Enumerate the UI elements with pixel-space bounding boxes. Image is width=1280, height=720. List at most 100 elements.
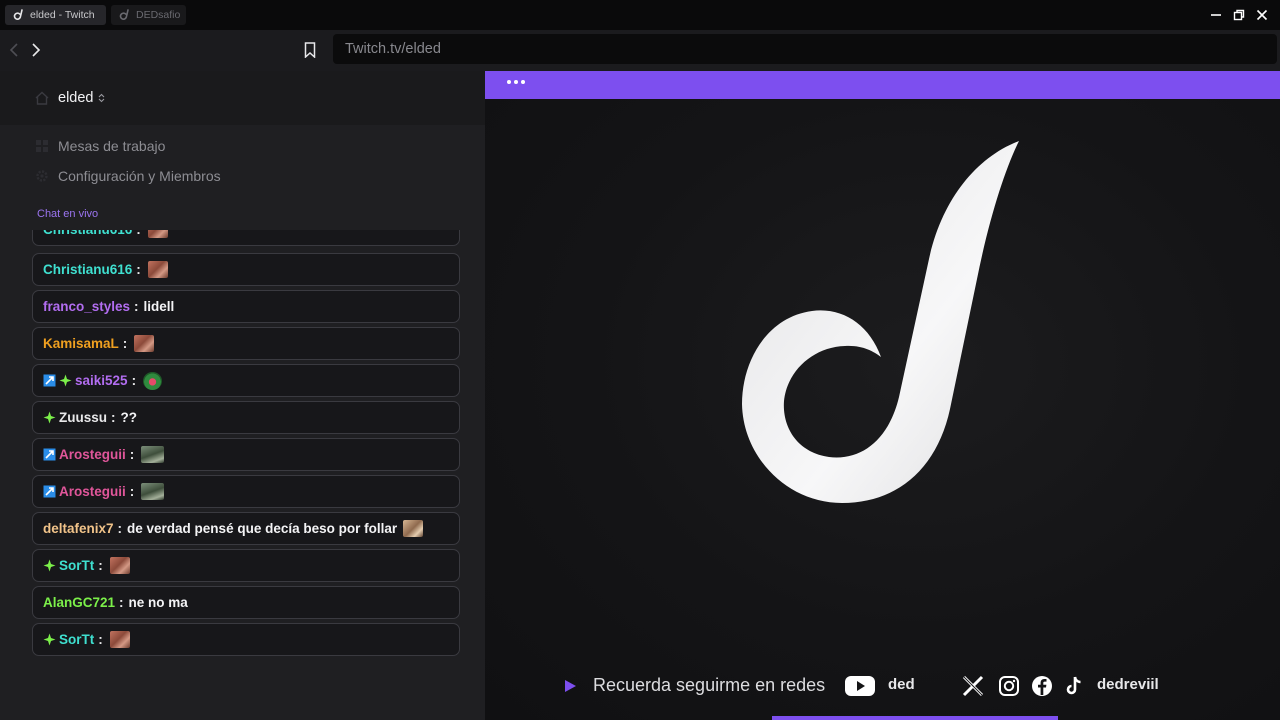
facebook-icon [1030,674,1054,698]
grid-icon [34,138,50,154]
chat-separator: : [134,299,139,314]
ticker-progress-bar [772,716,1058,720]
chat-emote [403,520,424,537]
youtube-icon [844,674,876,698]
chat-message[interactable]: saiki525: [32,364,460,397]
gear-icon [34,168,50,184]
minimize-icon[interactable] [1207,6,1225,24]
back-icon[interactable] [4,40,24,60]
chat-separator: : [122,336,128,351]
sub-badge-icon [59,374,72,387]
workspace-name: elded [58,90,94,106]
sidebar: elded Mesas de trabajo Configuración y M… [0,71,485,720]
chat-username[interactable]: saiki525 [75,373,128,388]
chat-message[interactable]: SorTt: [32,623,460,656]
chat-separator: : [117,521,123,536]
workspace-selector[interactable]: elded [0,71,485,125]
play-icon [563,679,577,693]
url-text: Twitch.tv/elded [345,41,441,57]
chat-separator: : [136,262,141,277]
chat-emote [134,335,155,352]
chat-username[interactable]: AlanGC721 [43,595,115,610]
chat-message[interactable]: Christianu616: [32,230,460,246]
chat-text: ne no ma [128,595,188,610]
sub-badge-icon [43,411,56,424]
chat-emote [109,631,130,648]
chat-separator: : [98,632,103,647]
chat-username[interactable]: Zuussu [59,410,107,425]
sidebar-item-mesas[interactable]: Mesas de trabajo [34,136,165,156]
tiktok-icon [1063,674,1085,698]
ticker-text: Recuerda seguirme en redes [593,675,826,695]
chat-text: ?? [120,410,138,425]
tab-label: elded - Twitch [30,9,95,21]
chat-username[interactable]: Christianu616 [43,230,132,237]
chat-message[interactable]: SorTt: [32,549,460,582]
ded-logo [742,141,1019,503]
chat-separator: : [129,484,135,499]
stream-player[interactable]: Recuerda seguirme en redes ded dedreviil [485,71,1280,720]
chat-separator: : [98,558,103,573]
forward-icon[interactable] [26,40,46,60]
chat-username[interactable]: Arosteguii [59,447,126,462]
tab-dedsafio[interactable]: DEDsafio [111,5,186,25]
chat-separator: : [131,373,137,388]
youtube-handle: ded [888,676,915,693]
chat-message[interactable]: Christianu616: [32,253,460,286]
chat-list[interactable]: Christianu616:Christianu616:franco_style… [32,230,460,720]
chat-username[interactable]: franco_styles [43,299,130,314]
home-icon [34,90,50,106]
chat-separator: : [136,230,141,237]
sub-badge-icon [43,633,56,646]
prime-badge-icon [43,374,56,387]
instagram-icon [997,674,1021,698]
chat-message[interactable]: AlanGC721: ne no ma [32,586,460,619]
more-dots-icon[interactable] [507,80,525,84]
chat-username[interactable]: KamisamaL [43,336,119,351]
sidebar-item-label: Mesas de trabajo [58,138,166,154]
ded-favicon-icon [119,9,131,21]
ded-favicon-icon [13,9,25,21]
prime-badge-icon [43,448,56,461]
stream-top-bar [485,71,1280,99]
social-ticker: Recuerda seguirme en redes ded dedreviil [485,666,1280,706]
chat-username[interactable]: deltafenix7 [43,521,114,536]
url-input[interactable]: Twitch.tv/elded [333,34,1277,64]
chat-emote [109,557,130,574]
chat-message[interactable]: Zuussu:?? [32,401,460,434]
restore-icon[interactable] [1230,6,1248,24]
sidebar-item-label: Configuración y Miembros [58,168,221,184]
bookmark-icon[interactable] [300,39,320,61]
chat-emote [147,230,168,238]
chat-message[interactable]: franco_styles: lidell [32,290,460,323]
chat-emote [141,446,165,463]
sub-badge-icon [43,559,56,572]
chat-username[interactable]: Christianu616 [43,262,132,277]
chat-emote [141,483,165,500]
chat-emote [143,371,163,390]
close-icon[interactable] [1253,6,1271,24]
chat-username[interactable]: SorTt [59,558,94,573]
sidebar-item-configuracion[interactable]: Configuración y Miembros [34,166,221,186]
x-icon [961,674,985,698]
chat-separator: : [129,447,135,462]
chat-username[interactable]: Arosteguii [59,484,126,499]
chat-text: de verdad pensé que decía beso por folla… [127,521,398,536]
navigation-bar: Twitch.tv/elded [0,30,1280,71]
prime-badge-icon [43,485,56,498]
chat-username[interactable]: SorTt [59,632,94,647]
social-handle: dedreviil [1097,676,1159,693]
chat-message[interactable]: KamisamaL: [32,327,460,360]
tab-elded-twitch[interactable]: elded - Twitch [5,5,106,25]
chat-text: lidell [143,299,175,314]
chat-section-label: Chat en vivo [37,208,99,220]
chat-emote [147,261,168,278]
chat-separator: : [119,595,124,610]
chat-message[interactable]: Arosteguii: [32,438,460,471]
chevron-updown-icon [98,93,105,103]
chat-separator: : [111,410,116,425]
chat-message[interactable]: Arosteguii: [32,475,460,508]
chat-message[interactable]: deltafenix7: de verdad pensé que decía be… [32,512,460,545]
tab-label: DEDsafio [136,9,181,21]
title-bar: elded - Twitch DEDsafio [0,0,1280,30]
